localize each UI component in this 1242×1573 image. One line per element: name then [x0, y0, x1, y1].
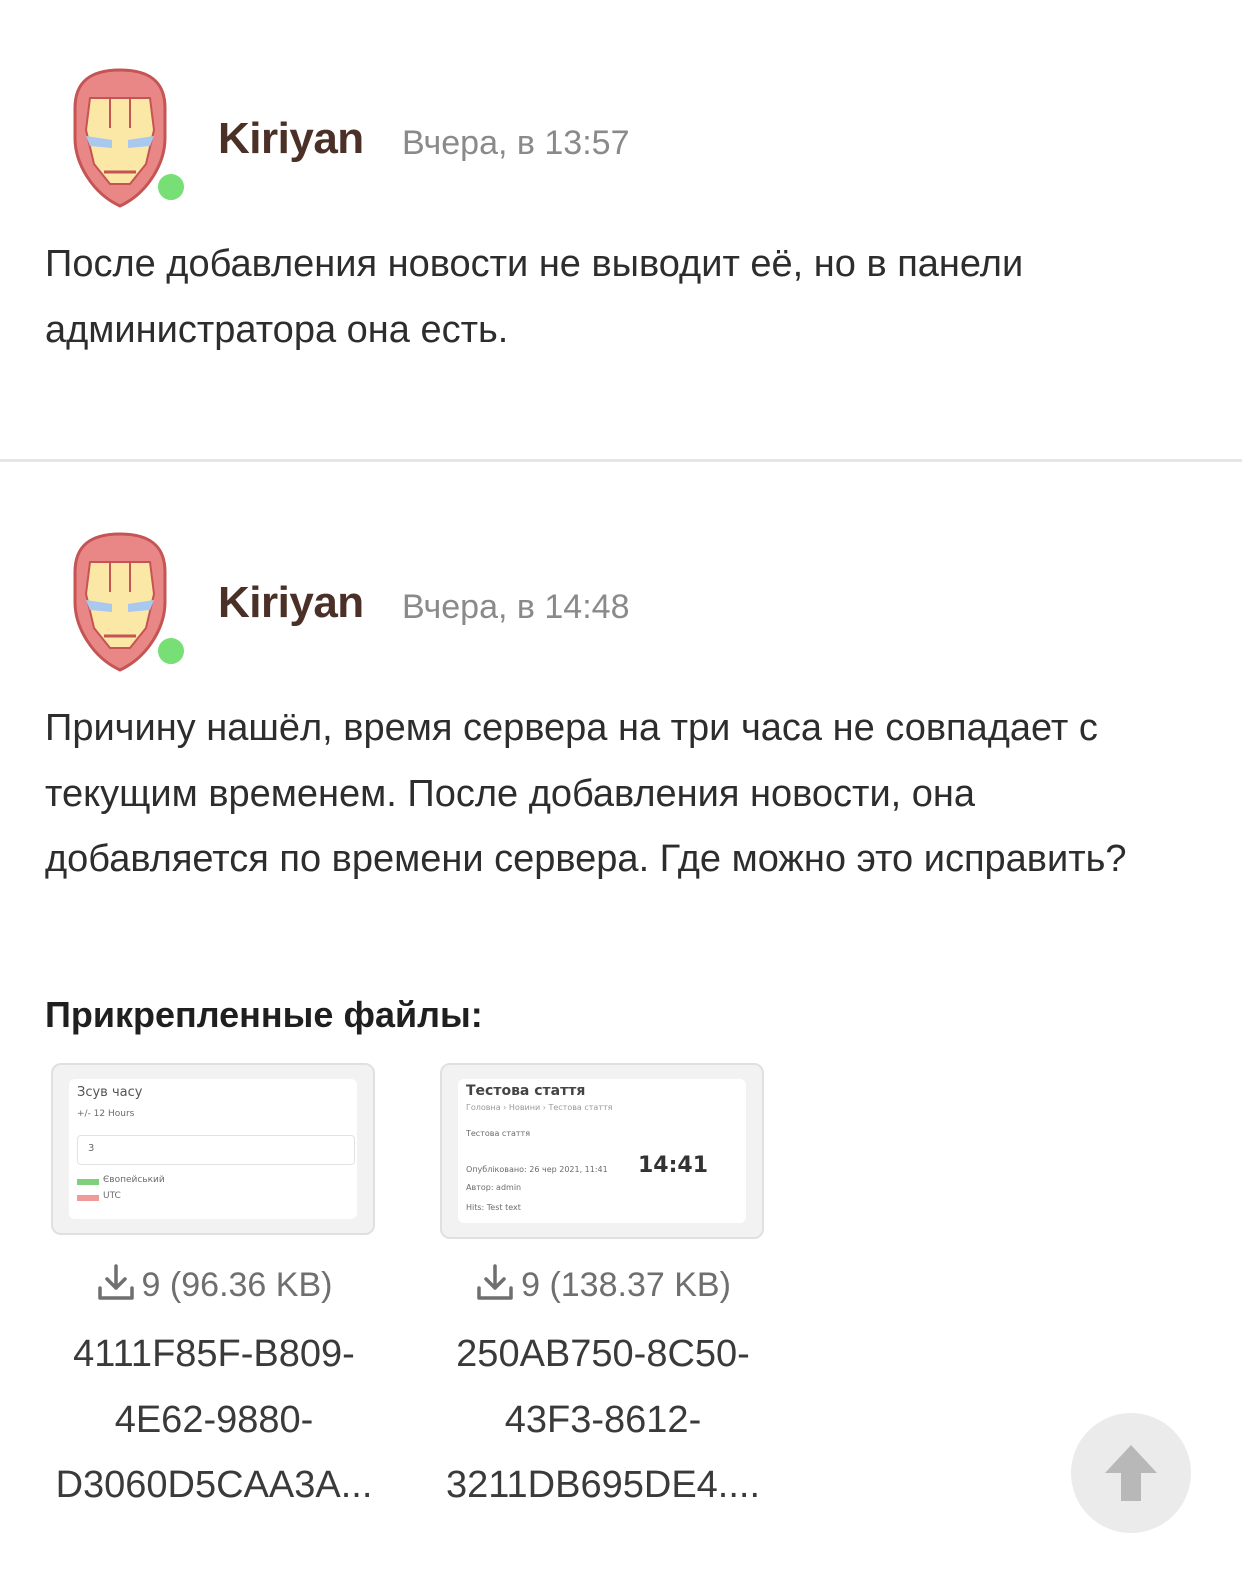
thumb-line3: Автор: admin: [466, 1183, 522, 1192]
thumb-heading: Зсув часу: [77, 1085, 143, 1100]
thumb-breadcrumb: Головна › Новини › Тестова стаття: [466, 1103, 613, 1112]
thumb-line2: Опубліковано: 26 чер 2021, 11:41: [466, 1165, 608, 1174]
thumb-input: 3: [77, 1135, 355, 1165]
thumb-row2: UTC: [103, 1191, 121, 1201]
thumb-green-tag: [77, 1179, 99, 1185]
attachment-filename[interactable]: 250AB750-8C50- 43F3-8612- 3211DB695DE4..…: [423, 1322, 783, 1519]
thumb-red-tag: [77, 1195, 99, 1201]
thumb-row1: Євопейський: [103, 1175, 165, 1185]
author-name[interactable]: Kiriyan: [218, 114, 364, 164]
attachments-title: Прикрепленные файлы:: [45, 994, 483, 1035]
thumb-line4: Hits: Test text: [466, 1203, 521, 1212]
arrow-up-icon: [1105, 1445, 1157, 1501]
file-size: (96.36 KB): [169, 1266, 333, 1304]
attachment-meta[interactable]: 9 (138.37 KB): [423, 1262, 783, 1311]
attachment-filename[interactable]: 4111F85F-B809- 4E62-9880- D3060D5CAA3A..…: [34, 1322, 394, 1519]
thumb-sub: +/- 12 Hours: [77, 1109, 135, 1119]
thumb-heading: Тестова стаття: [466, 1083, 586, 1099]
iron-man-avatar-icon[interactable]: [70, 532, 188, 672]
post: Kiriyan Вчера, в 14:48 Причину нашёл, вр…: [0, 462, 1242, 1573]
post: Kiriyan Вчера, в 13:57 После добавления …: [0, 0, 1242, 460]
online-status-indicator: [154, 634, 188, 668]
post-time: Вчера, в 13:57: [402, 124, 630, 162]
thumb-big-time: 14:41: [638, 1153, 709, 1178]
download-count: 9: [521, 1266, 540, 1304]
download-icon[interactable]: [96, 1262, 136, 1311]
attachment-thumbnail[interactable]: Зсув часу +/- 12 Hours 3 Євопейський UTC: [51, 1063, 375, 1235]
post-text: После добавления новости не выводит её, …: [45, 243, 1024, 351]
file-size: (138.37 KB): [549, 1266, 731, 1304]
post-time: Вчера, в 14:48: [402, 588, 630, 626]
scroll-to-top-button[interactable]: [1071, 1413, 1191, 1533]
attachment-meta[interactable]: 9 (96.36 KB): [34, 1262, 394, 1311]
iron-man-avatar-icon[interactable]: [70, 68, 188, 208]
thumb-line1: Тестова стаття: [466, 1129, 531, 1138]
download-icon[interactable]: [475, 1262, 515, 1311]
post-text: Причину нашёл, время сервера на три часа…: [45, 707, 1127, 880]
author-name[interactable]: Kiriyan: [218, 578, 364, 628]
download-count: 9: [141, 1266, 161, 1304]
online-status-indicator: [154, 170, 188, 204]
attachment-thumbnail[interactable]: Тестова стаття Головна › Новини › Тестов…: [440, 1063, 764, 1239]
